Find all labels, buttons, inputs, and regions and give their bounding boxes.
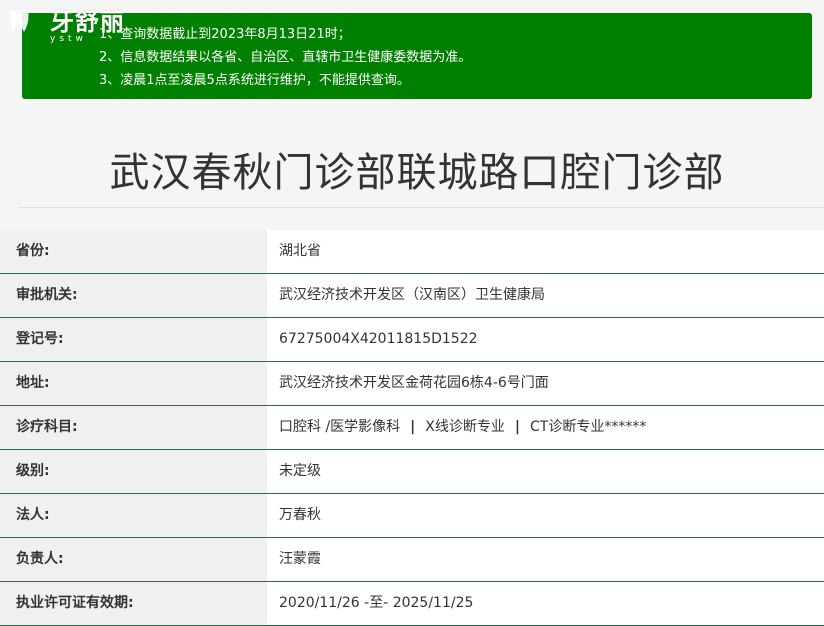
reg-no-value: 67275004X42011815D1522 <box>267 318 824 361</box>
info-row-departments: 诊疗科目: 口腔科 /医学影像科 | X线诊断专业 | CT诊断专业****** <box>0 406 824 450</box>
page-title: 武汉春秋门诊部联城路口腔门诊部 <box>109 150 725 196</box>
logo-mark-icon <box>9 10 29 32</box>
info-row-address: 地址: 武汉经济技术开发区金荷花园6栋4-6号门面 <box>0 362 824 406</box>
info-row-validity: 执业许可证有效期: 2020/11/26 -至- 2025/11/25 <box>0 582 824 626</box>
province-value: 湖北省 <box>267 230 824 273</box>
departments-label: 诊疗科目: <box>0 406 267 449</box>
site-logo[interactable]: 牙舒丽 ystw <box>0 0 150 50</box>
address-value: 武汉经济技术开发区金荷花园6栋4-6号门面 <box>267 362 824 405</box>
info-row-authority: 审批机关: 武汉经济技术开发区（汉南区）卫生健康局 <box>0 274 824 318</box>
info-row-principal: 负责人: 汪蒙霞 <box>0 538 824 582</box>
departments-value: 口腔科 /医学影像科 | X线诊断专业 | CT诊断专业****** <box>267 406 824 449</box>
clinic-info-table: 省份: 湖北省 审批机关: 武汉经济技术开发区（汉南区）卫生健康局 登记号: 6… <box>0 230 824 626</box>
notice-line-2: 2、信息数据结果以各省、自治区、直辖市卫生健康委数据为准。 <box>99 50 472 65</box>
province-label: 省份: <box>0 230 267 273</box>
reg-no-label: 登记号: <box>0 318 267 361</box>
department-item: 口腔科 /医学影像科 <box>279 419 401 435</box>
info-row-legal-person: 法人: 万春秋 <box>0 494 824 538</box>
address-label: 地址: <box>0 362 267 405</box>
validity-value: 2020/11/26 -至- 2025/11/25 <box>267 582 824 625</box>
notice-line-1: 1、查询数据截止到2023年8月13日21时； <box>99 27 351 42</box>
department-item: CT诊断专业****** <box>530 419 647 435</box>
level-value: 未定级 <box>267 450 824 493</box>
department-separator: | <box>514 419 521 435</box>
department-item: X线诊断专业 <box>425 419 505 435</box>
legal-person-label: 法人: <box>0 494 267 537</box>
principal-label: 负责人: <box>0 538 267 581</box>
info-row-reg-no: 登记号: 67275004X42011815D1522 <box>0 318 824 362</box>
principal-value: 汪蒙霞 <box>267 538 824 581</box>
notice-line-3: 3、凌晨1点至凌晨5点系统进行维护，不能提供查询。 <box>99 73 410 88</box>
info-row-province: 省份: 湖北省 <box>0 230 824 274</box>
info-row-level: 级别: 未定级 <box>0 450 824 494</box>
authority-value: 武汉经济技术开发区（汉南区）卫生健康局 <box>267 274 824 317</box>
title-divider <box>18 207 824 208</box>
logo-sub-text: ystw <box>50 34 87 44</box>
validity-label: 执业许可证有效期: <box>0 582 267 625</box>
department-separator: | <box>410 419 416 435</box>
legal-person-value: 万春秋 <box>267 494 824 537</box>
logo-brand-text: 牙舒丽 <box>50 7 125 36</box>
authority-label: 审批机关: <box>0 274 267 317</box>
level-label: 级别: <box>0 450 267 493</box>
